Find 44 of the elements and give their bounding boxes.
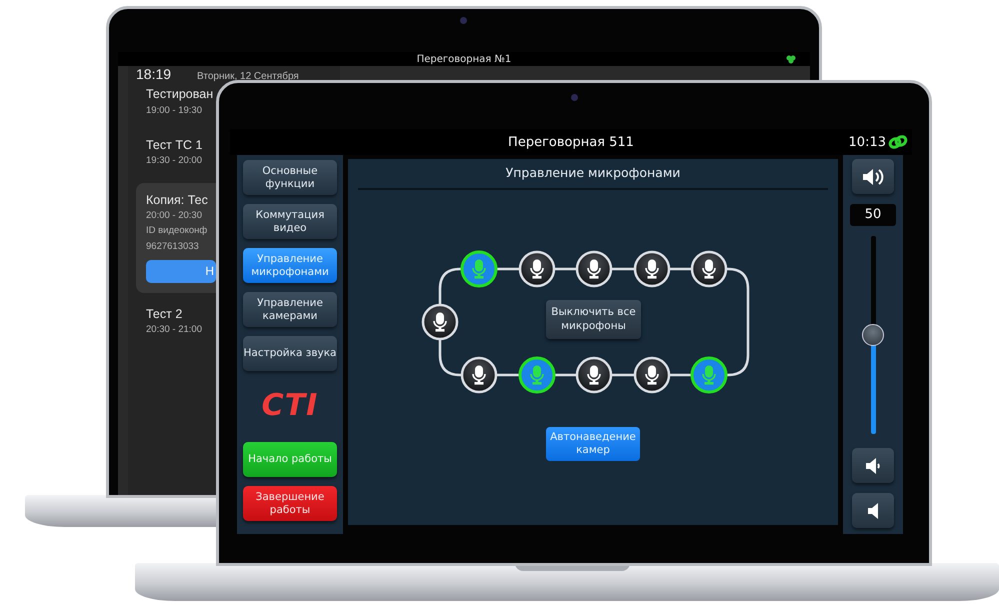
clock-time: 18:19	[136, 66, 172, 82]
microphone-button[interactable]	[460, 250, 498, 288]
microphone-button[interactable]	[634, 250, 670, 288]
event-time: 19:30 - 20:00	[146, 154, 202, 168]
volume-up-icon	[861, 168, 885, 186]
event-title: Тест ТС 1	[146, 138, 202, 154]
mute-all-button[interactable]: Выключить все микрофоны	[546, 300, 641, 339]
menu-button[interactable]: Настройка звука	[243, 336, 337, 371]
window-title: Переговорная 511	[508, 134, 634, 152]
status-icon	[786, 54, 796, 64]
microphone-button[interactable]	[576, 356, 612, 394]
stop-button[interactable]: Завершение работы	[243, 486, 337, 521]
menu-button[interactable]: Коммутация видео	[243, 204, 337, 239]
window-title: Переговорная №1	[416, 53, 512, 67]
clock-time: 10:13	[848, 134, 886, 152]
menu-button[interactable]: Управление камерами	[243, 292, 337, 327]
slider-thumb[interactable]	[862, 324, 884, 346]
volume-up-button[interactable]	[852, 159, 894, 194]
microphone-button[interactable]	[576, 250, 612, 288]
microphone-button[interactable]	[422, 304, 458, 340]
microphone-button[interactable]	[518, 250, 556, 288]
menu-button[interactable]: Основные функции	[243, 160, 337, 195]
microphone-button[interactable]	[634, 356, 670, 394]
auto-tracking-button[interactable]: Автонаведение камер	[546, 427, 640, 461]
microphone-button[interactable]	[460, 356, 498, 394]
microphone-button[interactable]	[690, 250, 728, 288]
event-title: Тестирован	[146, 87, 214, 103]
date-text: Вторник, 12 Сентября	[197, 70, 299, 84]
link-icon	[888, 135, 908, 149]
menu-button[interactable]: Управление микрофонами	[243, 248, 337, 283]
event-detail: 9627613033	[146, 240, 200, 254]
volume-down-button[interactable]	[852, 448, 894, 483]
event-title: Тест 2	[146, 306, 184, 322]
event-time: 19:00 - 19:30	[146, 104, 203, 118]
microphone-button[interactable]	[518, 356, 556, 394]
speaker-icon	[866, 502, 880, 520]
microphone-button[interactable]	[690, 356, 728, 394]
panel-title: Управление микрофонами	[504, 164, 682, 182]
mute-button[interactable]	[852, 493, 894, 528]
volume-down-icon	[864, 456, 882, 474]
event-title: Копия: Тес	[146, 192, 209, 208]
volume-reading: 50	[850, 204, 896, 226]
event-time: 20:30 - 21:00	[146, 323, 202, 338]
logo: CTI	[262, 390, 318, 422]
